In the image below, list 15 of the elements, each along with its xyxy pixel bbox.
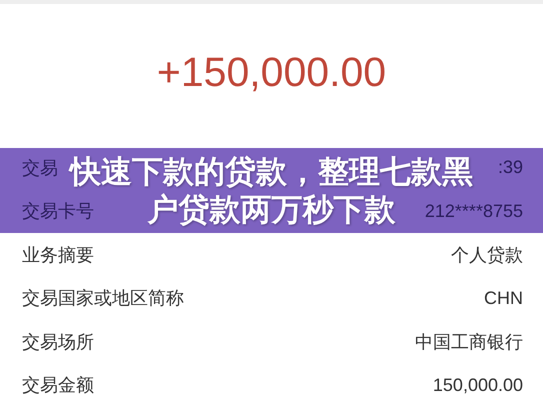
row-label: 交易国家或地区简称 [22,287,184,310]
row-label: 交易卡号 [22,200,94,224]
row-value: 150,000.00 [432,374,523,396]
row-value: 中国工商银行 [415,330,523,354]
row-label: 交易 [22,156,58,180]
row-value: CHN [484,288,523,309]
row-value: :39 [498,157,523,178]
banner-title: 户贷款两万秒下款 [148,190,396,228]
row-label: 交易场所 [22,330,94,354]
row-label: 交易金额 [22,374,94,398]
row-label: 业务摘要 [22,244,94,267]
row-value: 212****8755 [424,200,523,222]
banner-title: 快速下款的贷款，整理七款黑 [70,152,473,190]
transaction-amount: +150,000.00 [156,48,386,96]
row-value: 个人贷款 [451,244,523,267]
